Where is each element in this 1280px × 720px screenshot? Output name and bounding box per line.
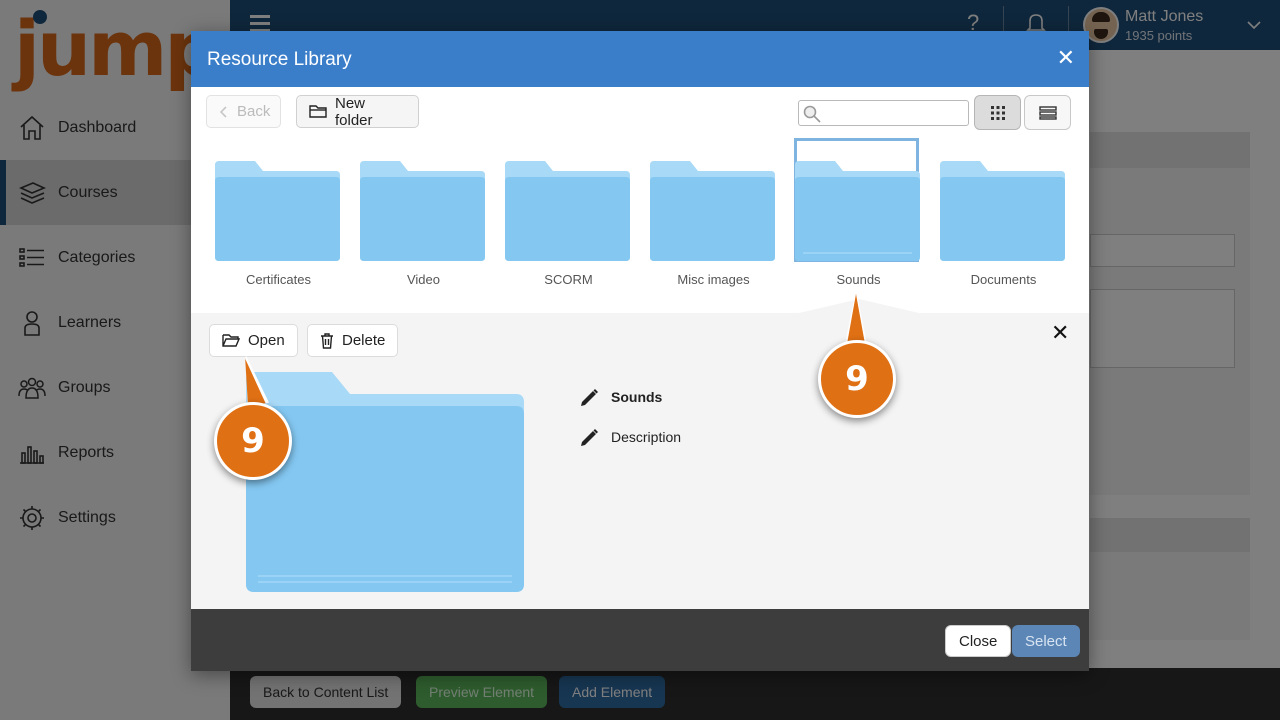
folder-label: Certificates (245, 272, 312, 287)
folder-detail-panel: Open Delete ✕ Sounds Description (191, 313, 1089, 609)
folder-label: Misc images (677, 272, 750, 287)
modal-title: Resource Library (207, 49, 352, 70)
folder-icon (795, 161, 920, 261)
folder-item-misc-images[interactable]: Misc images (650, 137, 777, 305)
list-view-button[interactable] (1024, 95, 1071, 130)
modal-header: Resource Library ✕ (191, 31, 1089, 87)
folder-icon (505, 161, 630, 261)
folder-name-field[interactable]: Sounds (579, 387, 662, 407)
step-number-badge: 9 (214, 402, 292, 480)
folder-description-text: Description (611, 429, 682, 445)
folder-icon (940, 161, 1065, 261)
trash-icon (321, 332, 333, 349)
folder-grid: Certificates Video SCORM Misc images Sou… (191, 137, 1089, 313)
step-callout-folder: 9 (818, 290, 896, 418)
modal-footer: Close Select (191, 609, 1089, 671)
folder-label: Sounds (836, 272, 881, 287)
search-input[interactable] (823, 103, 963, 123)
folder-label: Documents (970, 272, 1037, 287)
folder-outline-icon (309, 105, 327, 118)
callout-pointer (847, 294, 865, 344)
new-folder-label: New folder (335, 94, 373, 129)
back-button-label: Back (237, 103, 271, 120)
close-detail-icon[interactable]: ✕ (1051, 320, 1069, 346)
folder-open-icon (222, 334, 240, 347)
folder-icon (360, 161, 485, 261)
folder-item-scorm[interactable]: SCORM (505, 137, 632, 305)
folder-item-certificates[interactable]: Certificates (215, 137, 342, 305)
folder-icon (215, 161, 340, 261)
step-callout-open: 9 (214, 352, 292, 480)
back-button[interactable]: Back (206, 95, 281, 128)
pencil-icon (581, 429, 598, 446)
grid-icon (990, 105, 1005, 120)
delete-button-label: Delete (342, 332, 386, 349)
folder-item-sounds[interactable]: Sounds (794, 137, 922, 305)
grid-view-button[interactable] (974, 95, 1021, 130)
folder-item-documents[interactable]: Documents (940, 137, 1067, 305)
delete-button[interactable]: Delete (307, 324, 399, 357)
folder-label: Video (406, 272, 440, 287)
chevron-left-icon (219, 105, 227, 118)
pencil-icon (581, 389, 598, 406)
close-icon[interactable]: ✕ (1057, 45, 1075, 71)
folder-label: SCORM (544, 272, 593, 287)
folder-name-text: Sounds (611, 389, 663, 405)
open-button-label: Open (248, 332, 285, 349)
select-button[interactable]: Select (1012, 625, 1080, 657)
search-field[interactable] (798, 100, 969, 126)
folder-description-field[interactable]: Description (579, 427, 681, 447)
search-icon (803, 105, 821, 123)
folder-item-video[interactable]: Video (360, 137, 487, 305)
new-folder-button[interactable]: New folder (296, 94, 419, 129)
close-button[interactable]: Close (945, 625, 1012, 657)
step-number-badge: 9 (818, 340, 896, 418)
folder-icon (650, 161, 775, 261)
list-icon (1038, 105, 1057, 120)
resource-library-modal: Resource Library ✕ Back New folder Certi… (191, 31, 1089, 671)
